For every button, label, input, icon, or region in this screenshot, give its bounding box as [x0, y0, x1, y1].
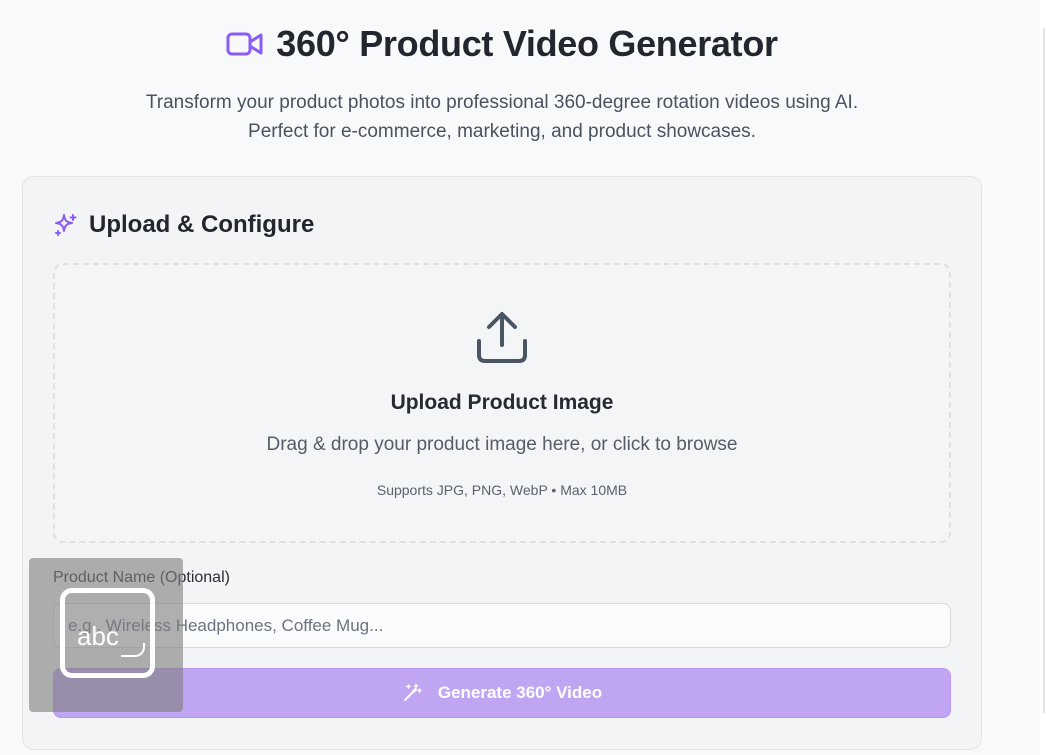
page-header: 360° Product Video Generator	[0, 22, 1004, 66]
subtitle-line-2: Perfect for e-commerce, marketing, and p…	[248, 121, 756, 142]
product-name-input[interactable]	[53, 603, 951, 648]
subtitle-line-1: Transform your product photos into profe…	[145, 92, 859, 113]
card-header: Upload & Configure	[53, 211, 314, 239]
image-dropzone[interactable]: Upload Product Image Drag & drop your pr…	[53, 263, 951, 543]
dropzone-title: Upload Product Image	[390, 391, 614, 414]
page-subtitle: Transform your product photos into profe…	[0, 88, 1004, 146]
text-input-abc-icon: ⌃ abc	[60, 586, 155, 678]
sparkles-icon	[55, 214, 77, 236]
generate-button-label: Generate 360° Video	[437, 683, 603, 702]
page: 360° Product Video Generator Transform y…	[0, 0, 1046, 755]
card-title: Upload & Configure	[89, 211, 315, 238]
return-hook-icon	[121, 643, 145, 657]
text-input-overlay[interactable]: ⌃ abc	[29, 558, 183, 712]
dropzone-description: Drag & drop your product image here, or …	[266, 434, 738, 455]
scrollbar-thumb[interactable]	[1043, 28, 1045, 713]
caret-up-icon: ⌃	[73, 586, 90, 608]
dropzone-file-note: Supports JPG, PNG, WebP • Max 10MB	[376, 482, 628, 498]
upload-icon	[477, 312, 527, 363]
video-camera-icon	[226, 32, 263, 56]
generate-video-button[interactable]: Generate 360° Video	[53, 668, 951, 718]
magic-wand-icon	[403, 683, 422, 701]
overlay-text: abc	[77, 621, 119, 651]
page-title: 360° Product Video Generator	[276, 23, 778, 64]
